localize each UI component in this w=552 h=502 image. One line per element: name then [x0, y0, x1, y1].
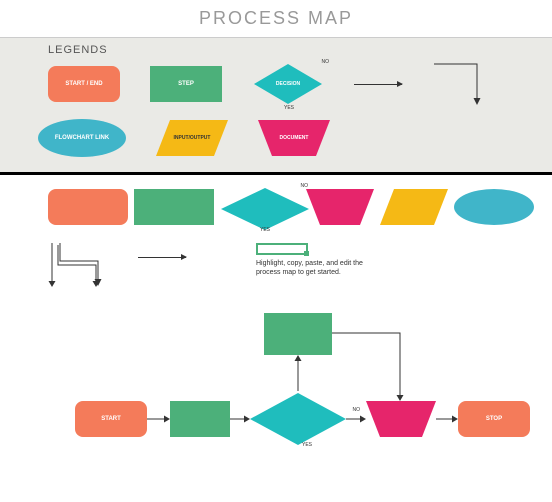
legend-input-output: INPUT/OUTPUT: [156, 120, 228, 156]
legends-panel: LEGENDS START / END STEP DECISION NO YES…: [0, 38, 552, 175]
highlight-box-icon: [256, 243, 308, 255]
legend-row-1: START / END STEP DECISION NO YES: [0, 62, 552, 106]
legend-step-label: STEP: [178, 81, 194, 87]
example-flow: START NO YES STOP: [0, 313, 552, 473]
legend-document-label: DOCUMENT: [280, 135, 309, 141]
palette-rect[interactable]: [134, 189, 214, 225]
utility-row: Highlight, copy, paste, and edit the pro…: [0, 243, 552, 303]
legend-flowchart-link: FLOWCHART LINK: [38, 119, 126, 157]
palette-arrow-h[interactable]: [138, 257, 186, 258]
legend-start-end-label: START / END: [65, 81, 102, 87]
legend-row-2: FLOWCHART LINK INPUT/OUTPUT DOCUMENT: [0, 116, 552, 160]
legend-io-label: INPUT/OUTPUT: [174, 135, 211, 141]
legend-document: DOCUMENT: [258, 120, 330, 156]
palette-rounded[interactable]: [48, 189, 128, 225]
legend-decision-no: NO: [322, 59, 330, 65]
palette-diamond[interactable]: NO YES: [220, 187, 300, 227]
legends-header: LEGENDS: [0, 44, 552, 56]
legend-bent-arrow: [432, 62, 492, 106]
palette-diamond-yes: YES: [260, 227, 270, 233]
palette-ellipse[interactable]: [454, 189, 534, 225]
flow-connectors: [0, 313, 552, 473]
palette-parallelogram[interactable]: [380, 189, 448, 225]
legend-decision-yes: YES: [284, 105, 294, 111]
legend-arrow: [354, 84, 402, 85]
shape-palette-row: NO YES: [0, 187, 552, 227]
legend-decision-label: DECISION: [276, 81, 300, 87]
palette-bent-down-left[interactable]: [48, 243, 108, 287]
instruction-text: Highlight, copy, paste, and edit the pro…: [256, 259, 386, 277]
legend-link-label: FLOWCHART LINK: [55, 135, 109, 141]
legend-start-end: START / END: [48, 66, 120, 102]
legend-step: STEP: [150, 66, 222, 102]
legend-decision: DECISION NO YES: [252, 62, 324, 106]
resize-handle-icon: [304, 251, 309, 256]
instruction-block: Highlight, copy, paste, and edit the pro…: [256, 243, 386, 277]
page-title: PROCESS MAP: [0, 0, 552, 37]
palette-trapezoid[interactable]: [306, 189, 374, 225]
